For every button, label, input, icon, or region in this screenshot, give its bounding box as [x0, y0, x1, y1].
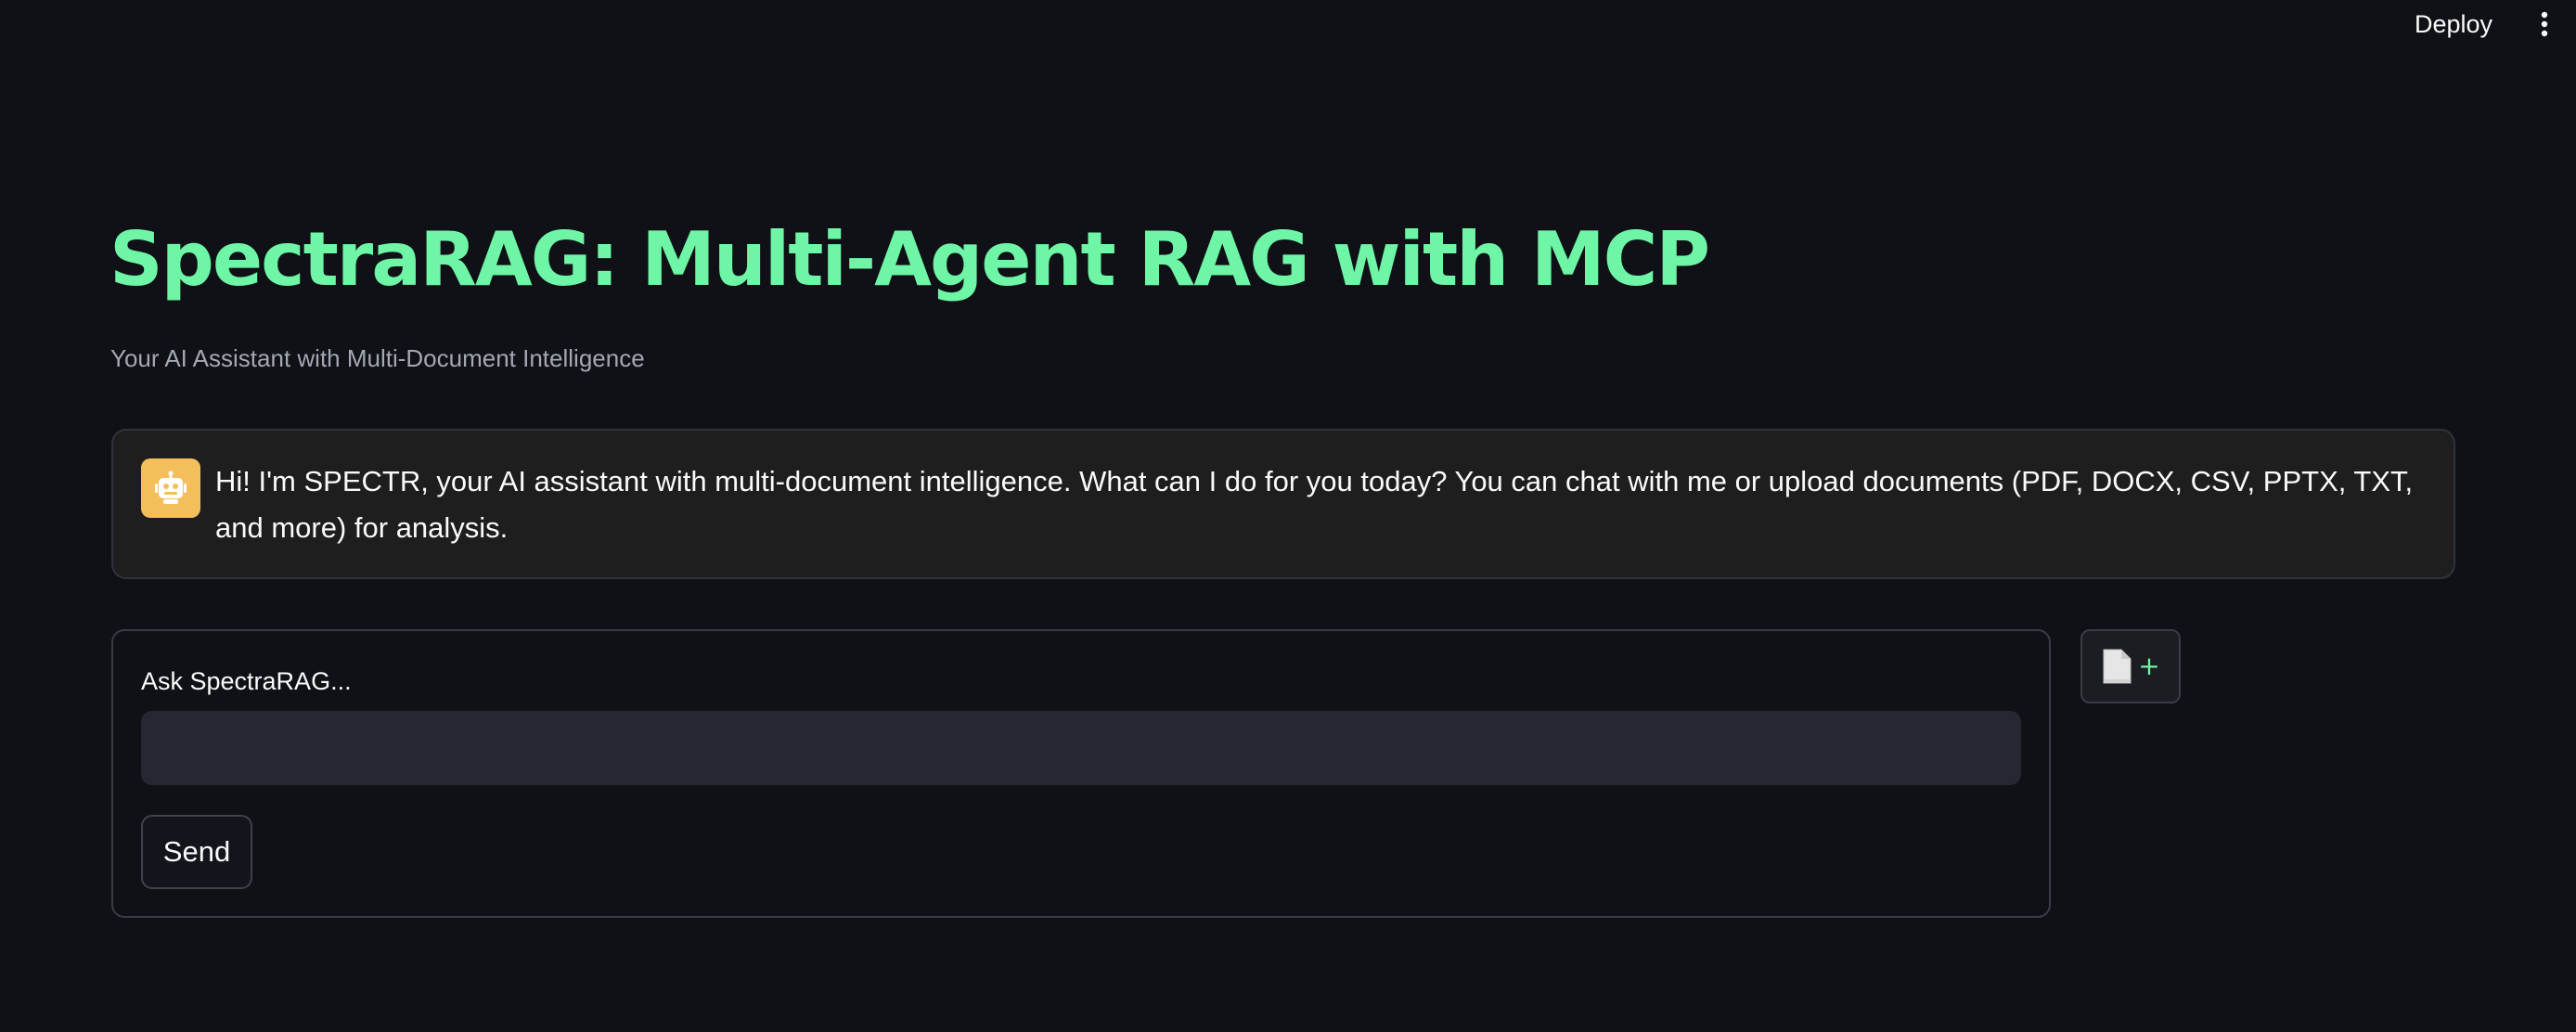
deploy-button[interactable]: Deploy [2402, 6, 2505, 43]
main-menu-button[interactable] [2526, 6, 2563, 43]
top-bar: Deploy [0, 0, 2576, 48]
robot-icon [155, 471, 187, 504]
question-input[interactable] [141, 711, 2021, 785]
chat-form: Ask SpectraRAG... Send [111, 629, 2051, 918]
document-icon [2103, 649, 2132, 684]
upload-document-button[interactable]: + [2080, 629, 2181, 703]
vertical-ellipsis-icon [2541, 11, 2548, 37]
page-title: SpectraRAG: Multi-Agent RAG with MCP [109, 216, 1710, 303]
plus-icon: + [2138, 651, 2160, 681]
send-button[interactable]: Send [141, 815, 252, 889]
assistant-message: Hi! I'm SPECTR, your AI assistant with m… [111, 429, 2455, 579]
assistant-message-text: Hi! I'm SPECTR, your AI assistant with m… [215, 465, 2414, 544]
page-subtitle: Your AI Assistant with Multi-Document In… [110, 344, 645, 372]
input-label: Ask SpectraRAG... [141, 667, 352, 695]
assistant-avatar [141, 458, 200, 518]
